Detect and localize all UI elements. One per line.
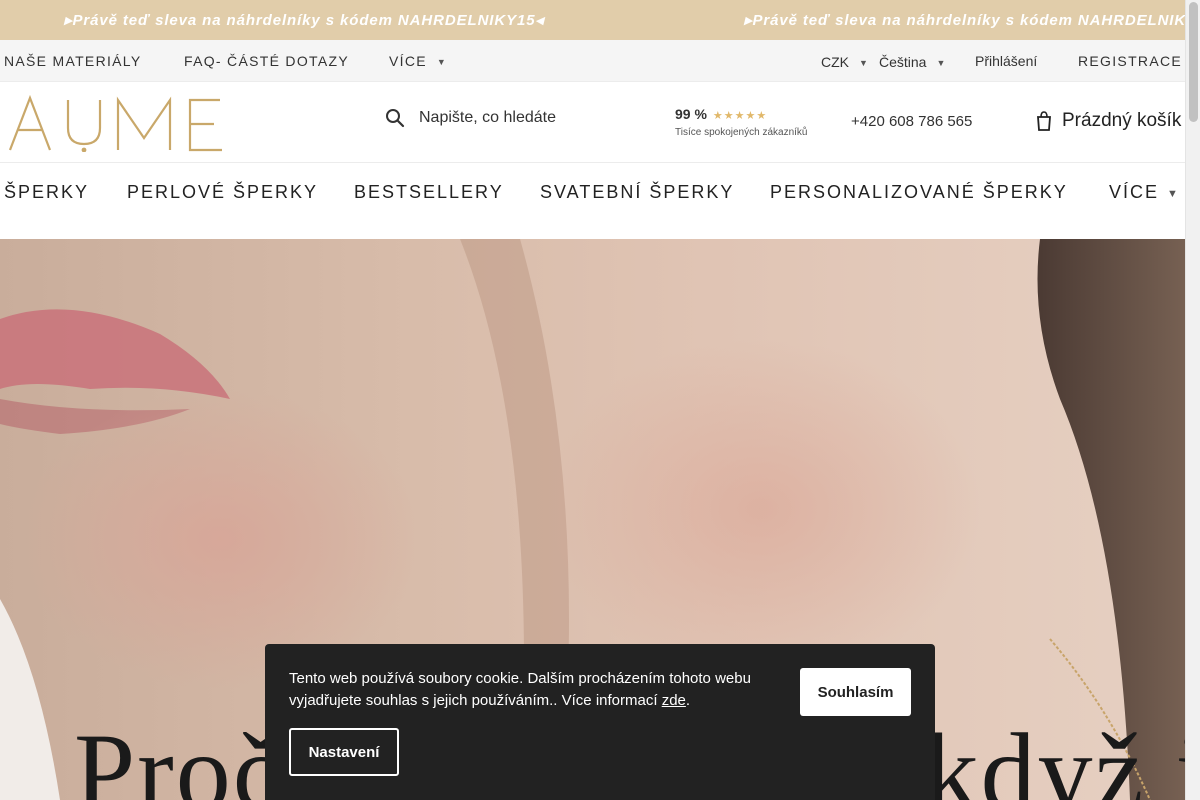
nav-item-pearl-jewelry[interactable]: PERLOVÉ ŠPERKY — [127, 182, 318, 203]
nav-item-jewelry[interactable]: ŠPERKY — [4, 182, 89, 203]
search-icon — [386, 109, 405, 128]
cart-button[interactable]: Prázdný košík — [1036, 110, 1181, 132]
link-more[interactable]: VÍCE ▼ — [389, 53, 447, 69]
cart-icon — [1037, 111, 1051, 131]
link-more-label: VÍCE — [389, 53, 427, 69]
nav-item-wedding-jewelry[interactable]: SVATEBNÍ ŠPERKY — [540, 182, 734, 203]
nav-item-more[interactable]: VÍCE ▼ — [1109, 182, 1180, 203]
search-box[interactable]: Napište, co hledáte — [385, 108, 556, 128]
language-label: Čeština — [879, 54, 927, 70]
cookie-info-link[interactable]: zde — [662, 692, 686, 709]
cart-label: Prázdný košík — [1062, 110, 1182, 131]
rating-percent: 99 % — [675, 106, 707, 122]
scrollbar-thumb[interactable] — [1189, 2, 1198, 122]
nav-more-label: VÍCE — [1109, 182, 1160, 202]
cookie-message: Tento web používá soubory cookie. Dalším… — [289, 670, 751, 709]
chevron-down-icon: ▼ — [436, 57, 448, 67]
promo-bar: ▸Právě teď sleva na náhrdelníky s kódem … — [0, 0, 1200, 40]
currency-select[interactable]: CZK ▼ — [821, 54, 868, 70]
promo-text[interactable]: ▸Právě teď sleva na náhrdelníky s kódem … — [64, 11, 544, 29]
logo[interactable] — [6, 92, 226, 152]
promo-message: Právě teď sleva na náhrdelníky s kódem N… — [72, 12, 536, 29]
top-link-bar: NAŠE MATERIÁLY FAQ- ČÁSTÉ DOTAZY VÍCE ▼ C… — [0, 40, 1200, 82]
chevron-down-icon: ▼ — [1167, 188, 1180, 200]
rating-caption: Tisíce spokojených zákazníků — [675, 127, 808, 138]
rating-badge[interactable]: 99 % ★★★★★ Tisíce spokojených zákazníků — [675, 106, 807, 138]
language-select[interactable]: Čeština ▼ — [879, 54, 945, 70]
star-icon: ★★★★★ — [712, 110, 768, 122]
link-materials[interactable]: NAŠE MATERIÁLY — [4, 53, 142, 69]
chevron-down-icon: ▼ — [859, 58, 868, 68]
page-scrollbar[interactable] — [1185, 0, 1200, 800]
header: Napište, co hledáte 99 % ★★★★★ Tisíce spo… — [0, 82, 1200, 163]
login-link[interactable]: Přihlášení — [975, 53, 1037, 69]
cookie-banner: Tento web používá soubory cookie. Dalším… — [265, 644, 935, 800]
promo-message-repeat: Právě teď sleva na náhrdelníky s kódem N… — [752, 12, 1187, 29]
accept-cookies-button[interactable]: Souhlasím — [800, 668, 911, 716]
chevron-down-icon: ▼ — [936, 58, 946, 68]
phone-link[interactable]: +420 608 786 565 — [851, 113, 972, 130]
register-link[interactable]: REGISTRACE — [1078, 53, 1182, 69]
search-placeholder: Napište, co hledáte — [419, 109, 556, 126]
promo-text-repeat[interactable]: ▸Právě teď sleva na náhrdelníky s kódem … — [744, 11, 1186, 29]
promo-right-icon: ◂ — [535, 12, 544, 29]
currency-label: CZK — [821, 54, 849, 70]
cookie-settings-button[interactable]: Nastavení — [289, 728, 399, 776]
link-faq[interactable]: FAQ- ČÁSTÉ DOTAZY — [184, 53, 349, 69]
nav-item-bestsellers[interactable]: BESTSELLERY — [354, 182, 504, 203]
main-nav: ŠPERKY PERLOVÉ ŠPERKY BESTSELLERY SVATEB… — [0, 163, 1200, 239]
nav-item-personalized-jewelry[interactable]: PERSONALIZOVANÉ ŠPERKY — [770, 182, 1068, 203]
